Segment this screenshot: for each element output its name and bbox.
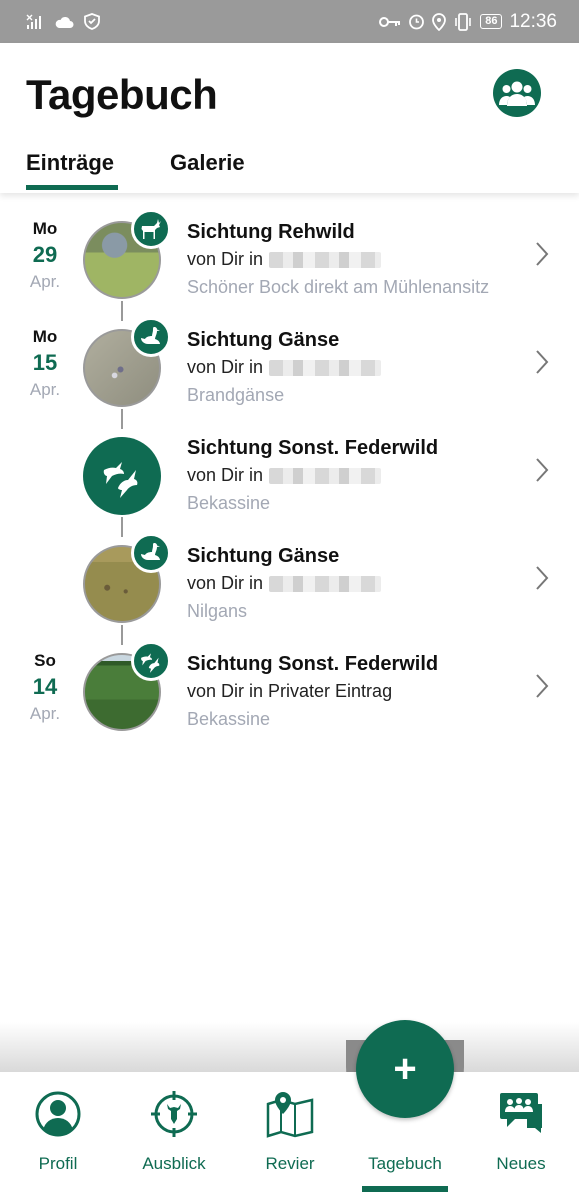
entry-month: Apr. <box>29 272 61 291</box>
nav-label: Neues <box>496 1154 546 1173</box>
vibrate-icon <box>455 12 472 31</box>
entry-weekday: Mo <box>32 219 58 238</box>
entry-subtitle: von Dir in <box>187 357 382 378</box>
nav-item-news[interactable]: Neues <box>463 1072 579 1200</box>
signal-off-icon <box>26 14 41 29</box>
status-left-icons <box>26 13 100 30</box>
entry-note: Bekassine <box>187 709 271 729</box>
entry-note: Brandgänse <box>187 385 285 405</box>
diary-entry[interactable]: Mo 15 Apr. Sichtung Gänse von Dir in Bra… <box>0 313 579 421</box>
entry-day: 14 <box>32 674 58 699</box>
diary-entry[interactable]: Sichtung Sonst. Federwild von Dir in Bek… <box>0 421 579 529</box>
entry-date: So 14 Apr. <box>0 651 90 725</box>
status-bar: 86 12:36 <box>0 0 579 43</box>
entry-date: Mo 15 Apr. <box>0 327 90 401</box>
chevron-right-icon[interactable] <box>535 241 549 267</box>
nav-label: Tagebuch <box>368 1154 442 1173</box>
key-icon <box>379 16 401 27</box>
bottom-shadow <box>0 1022 579 1072</box>
entry-day: 29 <box>32 242 58 267</box>
chevron-right-icon[interactable] <box>535 457 549 483</box>
redacted-location <box>269 575 382 592</box>
cloud-icon <box>55 16 74 28</box>
alarm-icon <box>409 14 425 30</box>
location-icon <box>432 12 447 31</box>
birds-icon <box>141 653 160 673</box>
entry-day: 15 <box>32 350 58 375</box>
entry-badge <box>131 533 171 573</box>
shield-icon <box>84 13 100 30</box>
entry-month: Apr. <box>29 380 61 399</box>
entry-title: Sichtung Sonst. Federwild <box>187 437 439 459</box>
tab-gallery[interactable]: Galerie <box>170 150 245 176</box>
entry-note: Schöner Bock direkt am Mühlenansitz <box>187 277 490 297</box>
diary-entry[interactable]: Mo 29 Apr. Sichtung Rehwild von Dir in S… <box>0 205 579 313</box>
nav-label: Revier <box>265 1154 315 1173</box>
entry-note: Nilgans <box>187 601 248 621</box>
entry-title: Sichtung Sonst. Federwild <box>187 653 439 675</box>
redacted-location <box>269 359 382 376</box>
profile-icon <box>35 1091 81 1137</box>
birds-icon <box>103 462 138 498</box>
entry-badge <box>131 641 171 681</box>
page-title: Tagebuch <box>26 71 218 118</box>
entry-author: von Dir in <box>187 357 264 377</box>
active-nav-indicator <box>362 1186 448 1192</box>
nav-item-outlook[interactable]: Ausblick <box>116 1072 232 1200</box>
goose-icon <box>141 327 160 344</box>
goose-icon <box>141 543 160 560</box>
entry-author: von Dir in <box>187 573 264 593</box>
entry-title: Sichtung Gänse <box>187 545 340 567</box>
nav-label: Ausblick <box>142 1154 206 1173</box>
crosshair-deer-icon <box>151 1091 197 1137</box>
app-header: Tagebuch Einträge Galerie <box>0 43 579 193</box>
chevron-right-icon[interactable] <box>535 673 549 699</box>
entry-photo-placeholder <box>83 437 161 515</box>
entry-note: Bekassine <box>187 493 271 513</box>
chevron-right-icon[interactable] <box>535 565 549 591</box>
entry-date: Mo 29 Apr. <box>0 219 90 293</box>
diary-entry[interactable]: Sichtung Gänse von Dir in Nilgans <box>0 529 579 637</box>
entry-subtitle: von Dir in <box>187 465 382 486</box>
entry-title: Sichtung Rehwild <box>187 221 355 243</box>
nav-item-profile[interactable]: Profil <box>0 1072 116 1200</box>
nav-item-territory[interactable]: Revier <box>232 1072 348 1200</box>
chevron-right-icon[interactable] <box>535 349 549 375</box>
entry-author: von Dir in <box>187 465 264 485</box>
bottom-navigation: Profil Ausblick Revier Tagebuch Neues <box>0 1072 579 1200</box>
entry-author: von Dir in <box>187 249 264 269</box>
entry-title: Sichtung Gänse <box>187 329 340 351</box>
entry-badge <box>131 317 171 357</box>
entry-subtitle: von Dir in Privater Eintrag <box>187 681 393 701</box>
news-chat-icon <box>500 1093 542 1133</box>
entry-badge <box>131 209 171 249</box>
group-button[interactable] <box>493 69 541 117</box>
redacted-location <box>269 251 382 268</box>
add-entry-button[interactable]: + <box>356 1020 454 1118</box>
map-pin-icon <box>266 1092 314 1138</box>
deer-icon <box>141 219 161 239</box>
active-tab-indicator <box>26 185 118 190</box>
nav-label: Profil <box>38 1154 78 1173</box>
group-icon <box>499 81 535 106</box>
entry-weekday: So <box>34 651 56 670</box>
status-time: 12:36 <box>509 10 557 32</box>
redacted-location <box>269 467 382 484</box>
status-right-icons: 86 12:36 <box>379 11 557 33</box>
entry-month: Apr. <box>29 704 61 723</box>
entry-subtitle: von Dir in <box>187 573 382 594</box>
battery-indicator: 86 <box>480 14 503 29</box>
tab-entries[interactable]: Einträge <box>26 150 114 176</box>
entry-weekday: Mo <box>32 327 58 346</box>
diary-entry[interactable]: So 14 Apr. Sichtung Sonst. Federwild von… <box>0 637 579 745</box>
entry-subtitle: von Dir in <box>187 249 382 270</box>
